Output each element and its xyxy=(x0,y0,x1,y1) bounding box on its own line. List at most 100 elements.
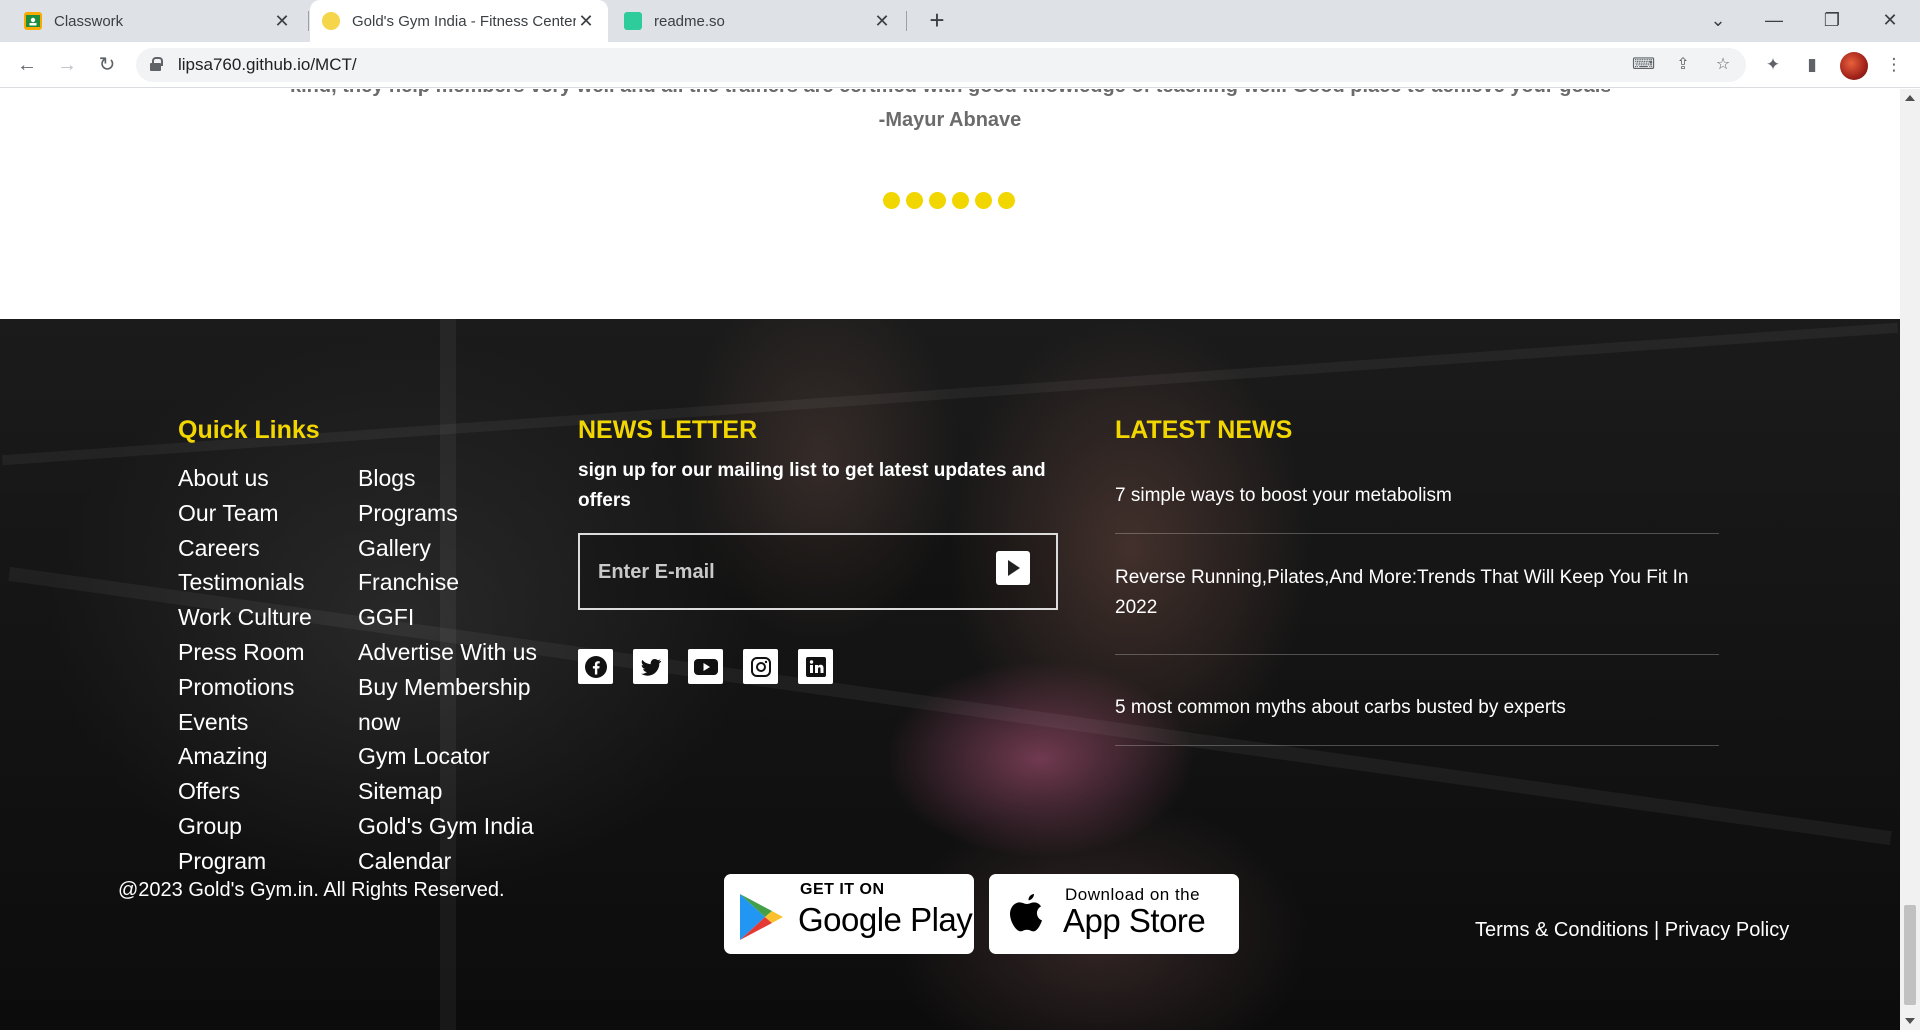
footer-link[interactable]: Calendar xyxy=(358,844,537,879)
footer-link[interactable]: Gym Locator xyxy=(358,739,537,774)
bookmark-star-icon[interactable]: ☆ xyxy=(1712,54,1734,76)
footer-link[interactable]: Amazing xyxy=(178,739,312,774)
google-play-icon xyxy=(738,892,786,947)
footer-link[interactable]: GGFI xyxy=(358,600,537,635)
footer-link[interactable]: Advertise With us xyxy=(358,635,537,670)
side-panel-icon[interactable]: ▮ xyxy=(1800,53,1824,77)
tab-title: Gold's Gym India - Fitness Center xyxy=(352,12,576,30)
copyright-text: @2023 Gold's Gym.in. All Rights Reserved… xyxy=(118,879,505,901)
footer-link[interactable]: Franchise xyxy=(358,565,537,600)
carousel-dot[interactable] xyxy=(975,192,992,209)
youtube-icon[interactable] xyxy=(688,649,723,684)
latest-news-heading: LATEST NEWS xyxy=(1115,416,1293,444)
newsletter-heading: NEWS LETTER xyxy=(578,416,758,444)
tab-separator xyxy=(308,11,309,31)
profile-avatar[interactable] xyxy=(1840,52,1868,80)
minimize-button[interactable]: — xyxy=(1748,0,1800,42)
reload-button[interactable]: ↻ xyxy=(92,50,122,80)
quick-links-column-2: Blogs Programs Gallery Franchise GGFI Ad… xyxy=(358,461,537,879)
tab-readme[interactable]: readme.so ✕ xyxy=(612,0,904,42)
newsletter-submit-button[interactable] xyxy=(996,551,1030,585)
testimonial-author: -Mayur Abnave xyxy=(878,109,1022,131)
close-icon[interactable]: ✕ xyxy=(272,11,292,32)
forward-button[interactable]: → xyxy=(52,50,82,80)
scrollbar-thumb[interactable] xyxy=(1904,905,1916,1005)
footer-link[interactable]: Testimonials xyxy=(178,565,312,600)
quick-links-heading: Quick Links xyxy=(178,416,320,444)
newsletter-text: sign up for our mailing list to get late… xyxy=(578,460,1046,511)
tab-strip: Classwork ✕ Gold's Gym India - Fitness C… xyxy=(0,0,1920,42)
tab-title: Classwork xyxy=(54,12,124,30)
footer-link[interactable]: Gold's Gym India xyxy=(358,809,537,844)
carousel-dot[interactable] xyxy=(883,192,900,209)
testimonial-text: kind, they help members very well and al… xyxy=(290,89,1610,98)
footer-link[interactable]: Gallery xyxy=(358,531,537,566)
google-play-small-text: GET IT ON xyxy=(800,881,885,898)
address-bar[interactable]: lipsa760.github.io/MCT/ ⌨ ⇪ ☆ xyxy=(136,48,1746,82)
carousel-dot[interactable] xyxy=(906,192,923,209)
carousel-dot[interactable] xyxy=(998,192,1015,209)
news-item[interactable]: 7 simple ways to boost your metabolism xyxy=(1115,481,1719,534)
footer-link[interactable]: Promotions xyxy=(178,670,312,705)
google-play-big-text: Google Play xyxy=(798,901,973,938)
footer-link[interactable]: Press Room xyxy=(178,635,312,670)
twitter-icon[interactable] xyxy=(633,649,668,684)
footer-link[interactable]: Program xyxy=(178,844,312,879)
footer: Quick Links About us Our Team Careers Te… xyxy=(0,319,1900,1030)
linkedin-icon[interactable] xyxy=(798,649,833,684)
translate-icon[interactable]: ⌨ xyxy=(1632,54,1655,76)
close-icon[interactable]: ✕ xyxy=(576,11,596,32)
tab-classwork[interactable]: Classwork ✕ xyxy=(12,0,304,42)
footer-link[interactable]: Group xyxy=(178,809,312,844)
carousel-dot[interactable] xyxy=(929,192,946,209)
readme-icon xyxy=(624,12,642,30)
extensions-icon[interactable]: ✦ xyxy=(1761,53,1785,77)
app-store-button[interactable]: Download on the App Store xyxy=(989,874,1239,954)
google-play-button[interactable]: GET IT ON Google Play xyxy=(724,874,974,954)
email-input[interactable] xyxy=(598,555,958,589)
apple-icon xyxy=(1007,890,1047,943)
terms-link[interactable]: Terms & Conditions xyxy=(1475,919,1648,941)
footer-link[interactable]: Work Culture xyxy=(178,600,312,635)
footer-link[interactable]: Events xyxy=(178,705,312,740)
tab-separator xyxy=(906,11,907,31)
carousel-dots xyxy=(883,192,1015,209)
footer-link[interactable]: Buy Membership xyxy=(358,670,537,705)
privacy-link[interactable]: Privacy Policy xyxy=(1665,919,1789,941)
close-icon[interactable]: ✕ xyxy=(872,11,892,32)
restore-button[interactable]: ❐ xyxy=(1806,0,1858,42)
scroll-down-icon[interactable] xyxy=(1905,1018,1915,1024)
url-text[interactable]: lipsa760.github.io/MCT/ xyxy=(178,55,357,75)
share-icon[interactable]: ⇪ xyxy=(1672,54,1694,76)
footer-link[interactable]: Programs xyxy=(358,496,537,531)
page-viewport: kind, they help members very well and al… xyxy=(0,89,1900,1030)
scroll-up-icon[interactable] xyxy=(1905,95,1915,101)
page-scrollbar[interactable] xyxy=(1900,89,1920,1030)
close-window-button[interactable]: ✕ xyxy=(1864,0,1916,42)
gym-favicon-icon xyxy=(322,12,340,30)
tab-search-icon[interactable]: ⌄ xyxy=(1692,0,1744,42)
footer-link[interactable]: Sitemap xyxy=(358,774,537,809)
carousel-dot[interactable] xyxy=(952,192,969,209)
footer-link[interactable]: About us xyxy=(178,461,312,496)
instagram-icon[interactable] xyxy=(743,649,778,684)
legal-links: Terms & Conditions | Privacy Policy xyxy=(1475,919,1789,942)
footer-link[interactable]: Offers xyxy=(178,774,312,809)
classroom-icon xyxy=(24,12,42,30)
news-item[interactable]: 5 most common myths about carbs busted b… xyxy=(1115,693,1719,746)
social-links xyxy=(578,649,833,684)
browser-toolbar: ← → ↻ lipsa760.github.io/MCT/ ⌨ ⇪ ☆ ✦ ▮ … xyxy=(0,42,1920,88)
legal-separator: | xyxy=(1653,919,1660,941)
footer-link[interactable]: Our Team xyxy=(178,496,312,531)
lock-icon[interactable] xyxy=(150,57,163,71)
menu-icon[interactable]: ⋮ xyxy=(1882,53,1906,77)
footer-link[interactable]: now xyxy=(358,705,537,740)
new-tab-button[interactable]: + xyxy=(922,6,952,36)
tab-golds-gym[interactable]: Gold's Gym India - Fitness Center ✕ xyxy=(310,0,608,42)
back-button[interactable]: ← xyxy=(12,50,42,80)
footer-link[interactable]: Careers xyxy=(178,531,312,566)
facebook-icon[interactable] xyxy=(578,649,613,684)
tab-title: readme.so xyxy=(654,12,725,30)
news-item[interactable]: Reverse Running,Pilates,And More:Trends … xyxy=(1115,563,1719,655)
footer-link[interactable]: Blogs xyxy=(358,461,537,496)
